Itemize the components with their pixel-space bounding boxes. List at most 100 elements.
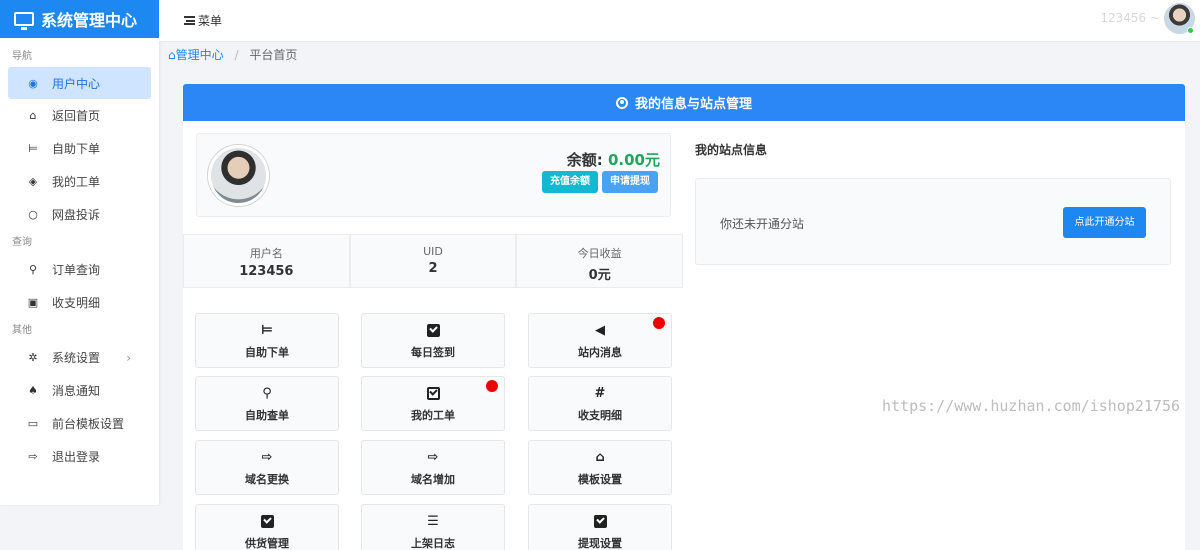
balance-label: 余额: (566, 151, 603, 169)
nav-group-label: 导航 (12, 51, 32, 62)
tile-label: 每日签到 (411, 346, 455, 359)
comment-icon: ○ (28, 208, 38, 221)
sidebar-item-label: 退出登录 (52, 450, 101, 464)
stat-value: 0元 (588, 268, 611, 283)
check-square-icon-wrap (529, 515, 671, 529)
user-circle-icon: ◉ (28, 76, 38, 90)
menu-toggle-button[interactable]: 菜单 (184, 12, 222, 29)
sidebar-item-user-center[interactable]: ◉ 用户中心 (8, 67, 151, 99)
tile-template-settings[interactable]: ⌂ 模板设置 (528, 440, 672, 495)
open-substation-button[interactable]: 点此开通分站 (1063, 207, 1146, 238)
user-dropdown[interactable]: 123456 ~ (1100, 11, 1160, 25)
stat-label: UID (423, 245, 443, 258)
sidebar-item-my-tickets[interactable]: ◈ 我的工单 (0, 165, 159, 198)
topbar: 菜单 123456 ~ (159, 0, 1200, 42)
breadcrumb-home-link[interactable]: ⌂管理中心 (168, 48, 227, 62)
stat-uid: UID 2 (349, 234, 517, 288)
brand-bar[interactable]: 系统管理中心 (0, 0, 159, 38)
sidebar-item-home[interactable]: ⌂ 返回首页 (0, 99, 159, 132)
tile-label: 提现设置 (578, 537, 622, 550)
stat-today-income: 今日收益 0元 (516, 234, 684, 288)
balance-display: 余额: 0.00元 (567, 149, 660, 170)
cart-icon: ⊨ (28, 142, 38, 155)
stat-value: 2 (428, 261, 438, 276)
tile-label: 收支明细 (578, 409, 622, 422)
tile-order-lookup[interactable]: ⚲ 自助查单 (195, 376, 339, 431)
gear-icon: ✲ (28, 351, 38, 364)
tile-label: 上架日志 (411, 537, 455, 550)
home-icon: ⌂ (29, 109, 37, 122)
sign-out-icon: ⇨ (28, 450, 38, 463)
stat-username: 用户名 123456 (183, 234, 350, 288)
tile-label: 模板设置 (578, 473, 622, 486)
sidebar-item-label: 返回首页 (52, 109, 101, 123)
card-title: 我的信息与站点管理 (634, 97, 752, 112)
check-square-outline-icon-wrap (362, 387, 504, 401)
site-info-title: 我的站点信息 (695, 143, 768, 157)
nav-group-label: 其他 (12, 325, 32, 336)
sign-out-icon: ⇨ (261, 450, 273, 465)
sidebar-item-self-order[interactable]: ⊨ 自助下单 (0, 132, 159, 165)
breadcrumb-separator: / (234, 48, 239, 62)
check-square-icon-wrap (362, 324, 504, 338)
stat-value: 123456 (239, 264, 294, 279)
tile-listing-log[interactable]: ☰ 上架日志 (361, 504, 505, 550)
site-status-text: 你还未开通分站 (720, 217, 805, 231)
search-icon: ⚲ (28, 263, 38, 276)
sidebar-item-complaint[interactable]: ○ 网盘投诉 (0, 198, 159, 231)
sidebar-item-template[interactable]: ▭ 前台模板设置 (0, 407, 159, 440)
tile-my-tickets[interactable]: 我的工单 (361, 376, 505, 431)
sidebar-item-order-query[interactable]: ⚲ 订单查询 (0, 253, 159, 286)
home-icon: ⌂ (168, 48, 176, 62)
tile-supply-management[interactable]: 供货管理 (195, 504, 339, 550)
bell-icon: ♠ (28, 384, 38, 397)
sidebar-item-label: 网盘投诉 (52, 208, 101, 222)
tag-icon: ◈ (28, 175, 38, 188)
check-square-icon (593, 515, 607, 528)
breadcrumb-current: 平台首页 (249, 48, 298, 62)
withdraw-button[interactable]: 申请提现 (602, 171, 658, 193)
watermark-text: https://www.huzhan.com/ishop21756 (882, 397, 1181, 415)
check-square-outline-icon (426, 387, 440, 400)
stat-label: 今日收益 (577, 247, 622, 260)
avatar (208, 145, 269, 206)
stat-label: 用户名 (249, 247, 283, 260)
home-icon: ⌂ (595, 450, 605, 465)
sidebar-item-label: 系统设置 (52, 351, 101, 365)
notification-badge (486, 380, 498, 392)
sidebar-item-logout[interactable]: ⇨ 退出登录 (0, 440, 159, 473)
tile-label: 自助下单 (245, 346, 289, 359)
sign-out-icon: ⇨ (427, 450, 439, 465)
monitor-icon (14, 12, 34, 30)
sidebar-item-settings[interactable]: ✲ 系统设置 › (0, 341, 159, 374)
tile-domain-change[interactable]: ⇨ 域名更换 (195, 440, 339, 495)
tile-label: 自助查单 (245, 409, 289, 422)
sidebar-item-label: 收支明细 (52, 296, 101, 310)
info-card: 我的信息与站点管理 余额: 0.00元 充值余额 申请提现 用户名 123456… (183, 84, 1185, 550)
search-icon: ⚲ (262, 386, 272, 401)
breadcrumb: ⌂管理中心 / 平台首页 (168, 46, 297, 63)
sidebar-item-label: 前台模板设置 (52, 417, 125, 431)
tile-finance[interactable]: # 收支明细 (528, 376, 672, 431)
sidebar-item-finance[interactable]: ▣ 收支明细 (0, 286, 159, 319)
stats-row: 用户名 123456 UID 2 今日收益 0元 (183, 234, 684, 288)
hash-icon: # (594, 386, 606, 401)
list-icon: ☰ (427, 514, 439, 529)
tile-domain-add[interactable]: ⇨ 域名增加 (361, 440, 505, 495)
profile-panel: 余额: 0.00元 充值余额 申请提现 (196, 133, 671, 217)
site-info-panel: 你还未开通分站 点此开通分站 (695, 178, 1171, 265)
tile-withdraw-settings[interactable]: 提现设置 (528, 504, 672, 550)
tile-self-order[interactable]: ⊨ 自助下单 (195, 313, 339, 368)
money-icon: ▣ (27, 296, 39, 309)
tile-daily-checkin[interactable]: 每日签到 (361, 313, 505, 368)
chevron-right-icon: › (126, 350, 131, 365)
user-circle-icon (615, 96, 628, 109)
check-square-icon-wrap (196, 515, 338, 529)
sidebar-item-notifications[interactable]: ♠ 消息通知 (0, 374, 159, 407)
brand-title: 系统管理中心 (41, 11, 138, 30)
recharge-button[interactable]: 充值余额 (542, 171, 598, 193)
tile-site-messages[interactable]: ◀ 站内消息 (528, 313, 672, 368)
sidebar-item-label: 订单查询 (52, 263, 101, 277)
sidebar-item-label: 消息通知 (52, 384, 101, 398)
sidebar-item-label: 自助下单 (52, 142, 101, 156)
